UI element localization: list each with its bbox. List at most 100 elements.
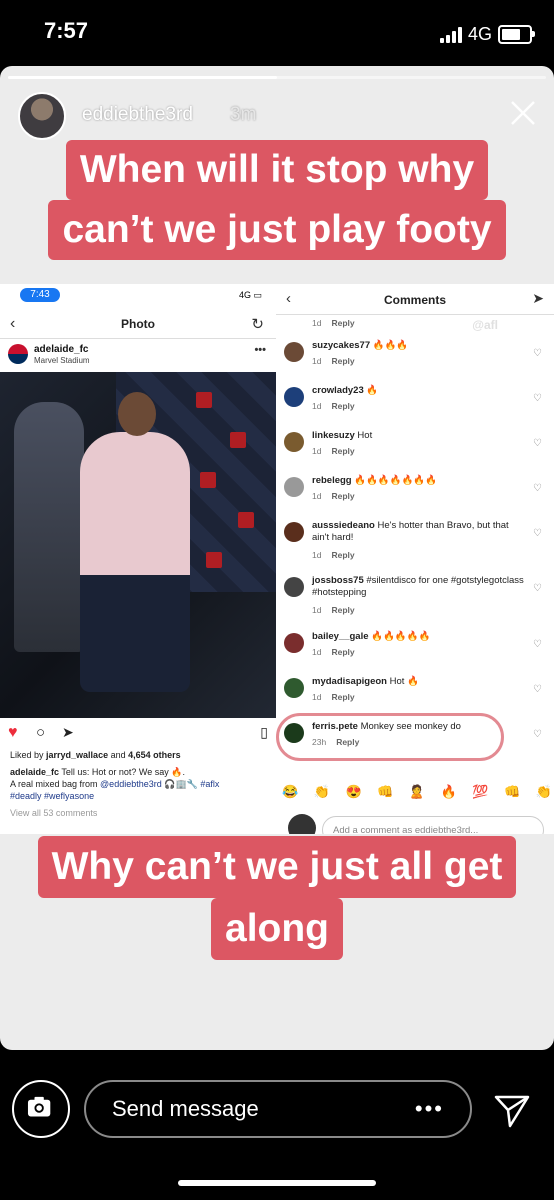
like-comment-icon[interactable]: ♡: [533, 729, 542, 740]
likes-user[interactable]: jarryd_wallace: [46, 750, 108, 760]
bookmark-icon[interactable]: ▯: [260, 724, 268, 741]
battery-icon: [498, 25, 535, 44]
quick-emoji[interactable]: 👏: [536, 784, 552, 800]
direct-message-icon[interactable]: [490, 1088, 534, 1132]
heart-icon[interactable]: ♥: [8, 724, 18, 742]
like-comment-icon[interactable]: ♡: [533, 583, 542, 594]
refresh-icon[interactable]: ↻: [251, 315, 264, 333]
quick-emoji[interactable]: 😍: [345, 784, 361, 800]
reply-link[interactable]: Reply: [331, 692, 354, 702]
likes-count[interactable]: 4,654 others: [128, 750, 181, 760]
like-comment-icon[interactable]: ♡: [533, 639, 542, 650]
comment-user[interactable]: bailey__gale: [312, 631, 369, 642]
status-bar: 7:57 4G: [0, 0, 554, 62]
like-comment-icon[interactable]: ♡: [533, 393, 542, 404]
caption-bottom-line-1: Why can’t we just all get: [37, 836, 517, 898]
reply-link[interactable]: Reply: [331, 401, 354, 411]
comment-body: Hot: [354, 430, 373, 441]
quick-emoji[interactable]: 🙎: [409, 784, 425, 800]
quick-emoji[interactable]: 👊: [377, 784, 393, 800]
story-progress-fill: [8, 76, 277, 79]
comment-meta: 1d Reply: [312, 647, 355, 657]
comment-avatar[interactable]: [284, 577, 304, 597]
caption-hashtag[interactable]: #deadly: [10, 791, 42, 801]
caption-hashtag[interactable]: #weflyasone: [44, 791, 94, 801]
comment-avatar[interactable]: [284, 432, 304, 452]
caption-user[interactable]: adelaide_fc: [10, 767, 59, 777]
caption-hashtag[interactable]: #aflx: [200, 779, 219, 789]
comment-user[interactable]: linkesuzy: [312, 430, 355, 441]
like-comment-icon[interactable]: ♡: [533, 348, 542, 359]
quick-emoji[interactable]: 🔥: [441, 784, 457, 800]
comment-time: 1d: [312, 550, 322, 560]
sponsor-logo: [196, 392, 212, 408]
comment-user[interactable]: jossboss75: [312, 575, 364, 586]
comment-avatar[interactable]: [284, 477, 304, 497]
comment-user[interactable]: mydadisapigeon: [312, 676, 387, 687]
send-icon[interactable]: ➤: [532, 290, 544, 307]
quick-emoji[interactable]: 😂: [282, 784, 298, 800]
likes-line[interactable]: Liked by jarryd_wallace and 4,654 others: [10, 750, 181, 760]
quick-emoji-bar: 😂 👏 😍 👊 🙎 🔥 💯 👊 👏: [282, 784, 552, 800]
comment-icon[interactable]: ○: [36, 724, 45, 741]
likes-suffix: and: [108, 750, 129, 760]
story-card: eddiebthe3rd 3m 7:43 4G ▭ ‹ Photo ↻ adel…: [0, 66, 554, 1050]
like-comment-icon[interactable]: ♡: [533, 438, 542, 449]
comment-time: 1d: [312, 318, 322, 328]
comment-meta: 1d Reply: [312, 550, 355, 560]
like-comment-icon[interactable]: ♡: [533, 483, 542, 494]
post-account[interactable]: adelaide_fc: [34, 344, 88, 355]
comment-avatar[interactable]: [284, 522, 304, 542]
quick-emoji[interactable]: 👊: [504, 784, 520, 800]
reply-link[interactable]: Reply: [331, 491, 354, 501]
comment-user[interactable]: crowlady23: [312, 385, 364, 396]
comment-user[interactable]: suzycakes77: [312, 340, 370, 351]
comment-avatar[interactable]: [284, 342, 304, 362]
reply-link[interactable]: Reply: [331, 356, 354, 366]
comment-row: crowlady23 🔥 1d Reply ♡: [276, 385, 554, 429]
comment-user[interactable]: ausssiedeano: [312, 520, 375, 531]
story-time: 3m: [230, 104, 257, 125]
more-icon[interactable]: •••: [415, 1082, 444, 1136]
comment-avatar[interactable]: [284, 387, 304, 407]
post-avatar[interactable]: [8, 344, 28, 364]
like-comment-icon[interactable]: ♡: [533, 528, 542, 539]
comment-row: rebelegg 🔥🔥🔥🔥🔥🔥🔥 1d Reply ♡: [276, 475, 554, 519]
comment-input[interactable]: Add a comment as eddiebthe3rd...: [322, 816, 544, 834]
comment-time: 1d: [312, 446, 322, 456]
reply-link[interactable]: Reply: [331, 550, 354, 560]
send-message-input[interactable]: Send message •••: [84, 1080, 472, 1138]
sponsor-logo: [230, 432, 246, 448]
caption-mention[interactable]: @eddiebthe3rd: [100, 779, 162, 789]
reply-link[interactable]: Reply: [331, 446, 354, 456]
reply-link[interactable]: Reply: [331, 318, 354, 328]
like-comment-icon[interactable]: ♡: [533, 684, 542, 695]
close-icon[interactable]: [508, 98, 538, 128]
post-location[interactable]: Marvel Stadium: [34, 356, 90, 365]
quick-emoji[interactable]: 💯: [472, 784, 488, 800]
view-comments-link[interactable]: View all 53 comments: [10, 808, 97, 818]
comment-text: linkesuzy Hot: [312, 430, 524, 442]
reply-link[interactable]: Reply: [331, 647, 354, 657]
story-avatar[interactable]: [18, 92, 66, 140]
comment-row: suzycakes77 🔥🔥🔥 1d Reply ♡: [276, 340, 554, 384]
comment-avatar[interactable]: [284, 633, 304, 653]
comment-body: 🔥🔥🔥🔥🔥🔥🔥: [351, 475, 438, 486]
reply-link[interactable]: Reply: [331, 605, 354, 615]
story-username[interactable]: eddiebthe3rd: [82, 104, 193, 126]
camera-button[interactable]: [12, 1080, 70, 1138]
more-options-icon[interactable]: •••: [254, 344, 266, 356]
comment-meta: 1d Reply: [312, 692, 355, 702]
comment-user[interactable]: rebelegg: [312, 475, 352, 486]
sponsor-logo: [238, 512, 254, 528]
comment-row: ferris.pete Monkey see monkey do 23h Reply…: [276, 713, 554, 765]
share-icon[interactable]: ➤: [62, 724, 74, 741]
watermark: @afl: [472, 318, 498, 332]
right-screenshot: ‹ Comments ➤ @afl 1d Reply suzycakes77 🔥🔥…: [276, 284, 554, 834]
comment-text: mydadisapigeon Hot 🔥: [312, 676, 524, 688]
quick-emoji[interactable]: 👏: [314, 784, 330, 800]
comment-row: bailey__gale 🔥🔥🔥🔥🔥 1d Reply ♡: [276, 631, 554, 675]
left-nav-title: Photo: [121, 317, 155, 331]
comments-title: Comments: [383, 293, 446, 307]
comment-avatar[interactable]: [284, 678, 304, 698]
